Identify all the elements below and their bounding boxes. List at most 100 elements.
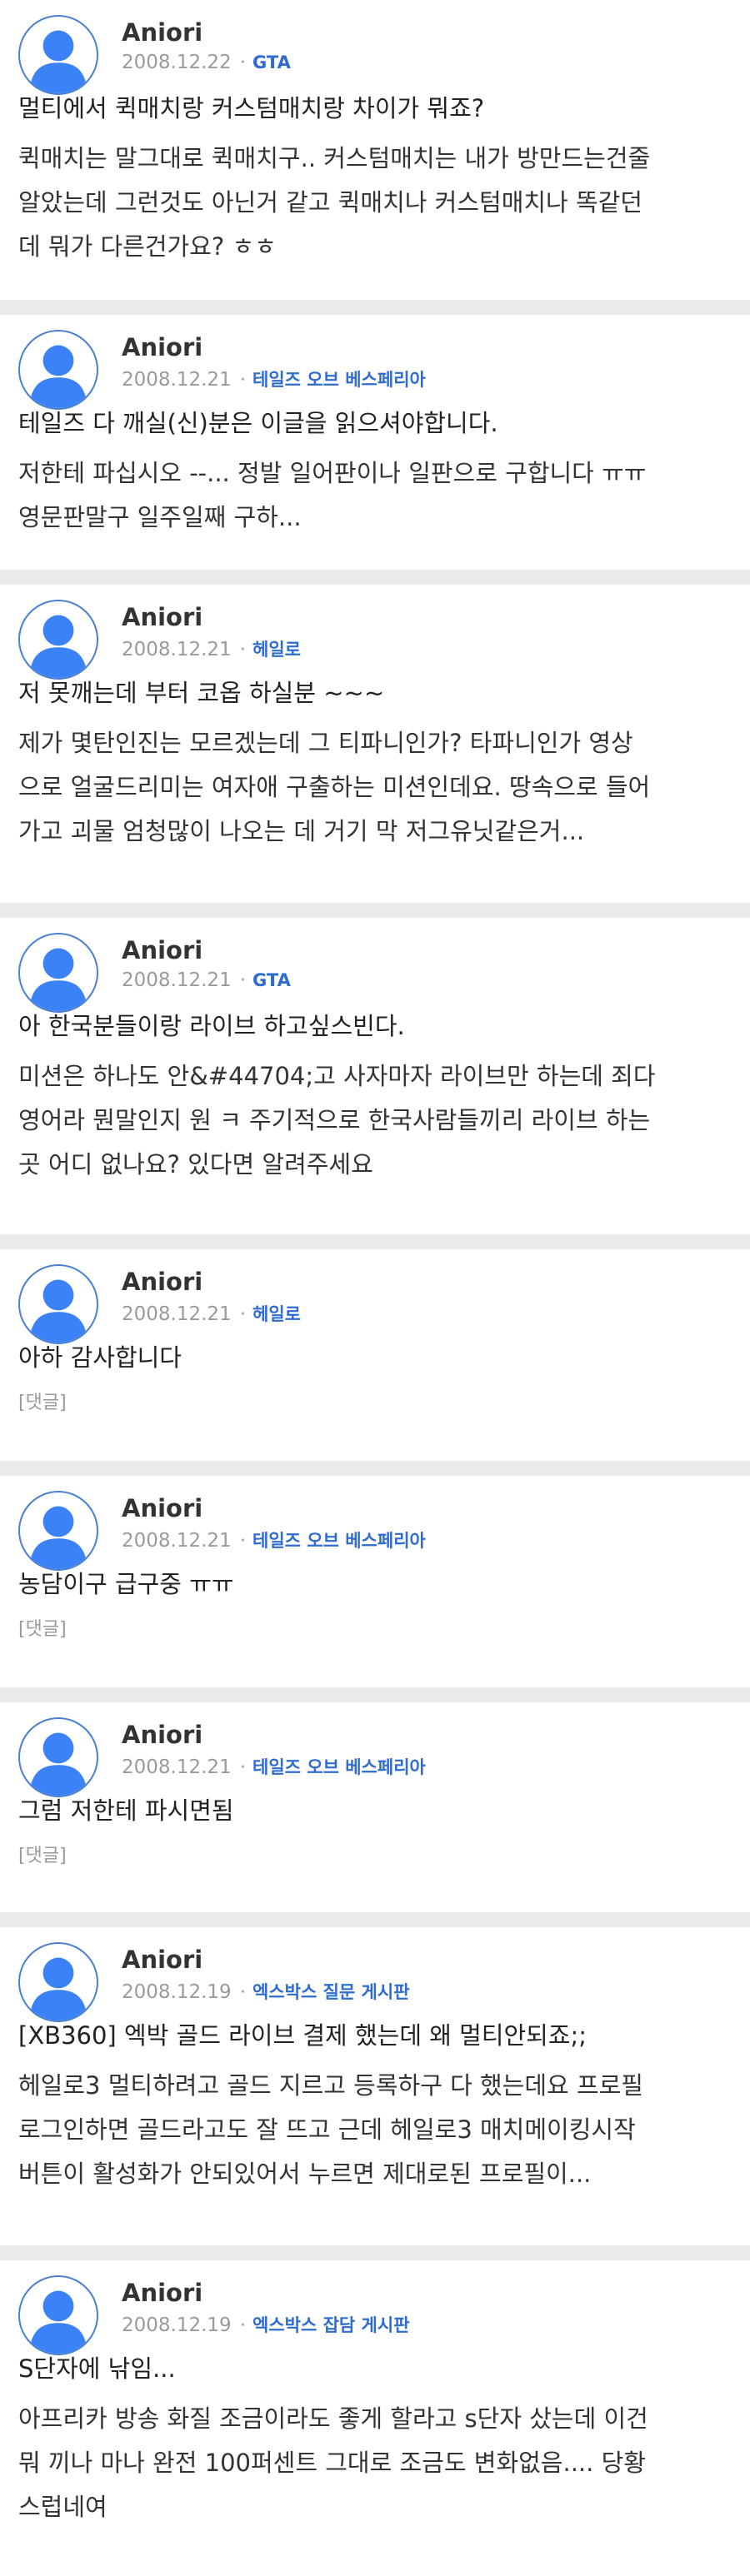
separator-dot: · [239, 52, 247, 73]
post-item[interactable]: Aniori 2008.12.21 · 테일즈 오브 베스페리아 그럼 저한테 파시… [0, 1702, 750, 1912]
author-name[interactable]: Aniori [122, 1268, 202, 1296]
post-feed: Aniori 2008.12.22 · GTA 멀티에서 퀵매치랑 커스텀매치랑 차… [0, 0, 750, 2576]
excerpt-line: 으로 얼굴드리미는 여자애 구출하는 미션인데요. 땅속으로 들어 [18, 773, 651, 801]
author-name[interactable]: Aniori [122, 18, 202, 47]
avatar[interactable] [18, 1942, 98, 2022]
reply-tag: [댓글] [18, 1846, 67, 1866]
avatar[interactable] [18, 933, 98, 1013]
post-item[interactable]: Aniori 2008.12.21 · 테일즈 오브 베스페리아 농담이구 급구중 … [0, 1476, 750, 1687]
post-meta: 2008.12.22 · GTA [122, 52, 291, 73]
excerpt-line: 영어라 뭔말인지 원 ㅋ 주기적으로 한국사람들끼리 라이브 하는 [18, 1106, 651, 1134]
board-link[interactable]: 엑스박스 잡담 게시판 [252, 2315, 410, 2335]
user-avatar-icon [29, 1732, 88, 1796]
post-item[interactable]: Aniori 2008.12.22 · GTA 멀티에서 퀵매치랑 커스텀매치랑 차… [0, 0, 750, 300]
post-item[interactable]: Aniori 2008.12.21 · 헤일로 아하 감사합니다 [댓글] [0, 1249, 750, 1461]
post-item[interactable]: Aniori 2008.12.19 · 엑스박스 잡담 게시판 S단자에 낚임...… [0, 2260, 750, 2576]
separator-dot: · [239, 2314, 247, 2336]
board-link[interactable]: 테일즈 오브 베스페리아 [252, 1757, 426, 1777]
excerpt-line: 로그인하면 골드라고도 잘 뜨고 근데 헤일로3 매치메이킹시작 [18, 2115, 636, 2144]
excerpt-line: 버튼이 활성화가 안되있어서 누르면 제대로된 프로필이... [18, 2160, 592, 2188]
separator-dot: · [239, 369, 247, 391]
author-name[interactable]: Aniori [122, 1946, 202, 1974]
board-link[interactable]: 헤일로 [252, 640, 301, 660]
post-item[interactable]: Aniori 2008.12.21 · GTA 아 한국분들이랑 라이브 하고싶스빈… [0, 918, 750, 1234]
board-link[interactable]: 엑스박스 질문 게시판 [252, 1982, 410, 2002]
author-name[interactable]: Aniori [122, 1494, 202, 1522]
post-title[interactable]: 저 못깨는데 부터 코옵 하실분 ~~~ [18, 676, 735, 710]
author-name[interactable]: Aniori [122, 936, 202, 964]
author-name[interactable]: Aniori [122, 603, 202, 631]
post-title[interactable]: 농담이구 급구중 ㅠㅠ [18, 1567, 735, 1601]
avatar[interactable] [18, 330, 98, 410]
divider [0, 1912, 750, 1927]
avatar[interactable] [18, 15, 98, 95]
user-avatar-icon [29, 1957, 88, 2020]
post-excerpt[interactable]: 미션은 하나도 안&#44704;고 사자마자 라이브만 하는데 죄다 영어라 … [18, 1054, 735, 1187]
post-date: 2008.12.22 [122, 52, 232, 73]
excerpt-line: 곳 어디 없나요? 있다면 알려주세요 [18, 1150, 373, 1178]
post-item[interactable]: Aniori 2008.12.19 · 엑스박스 질문 게시판 [XB360] 엑박… [0, 1927, 750, 2245]
post-item[interactable]: Aniori 2008.12.21 · 테일즈 오브 베스페리아 테일즈 다 깨실(… [0, 315, 750, 570]
board-link[interactable]: 헤일로 [252, 1304, 301, 1324]
post-date: 2008.12.21 [122, 1756, 232, 1778]
post-excerpt[interactable]: 아프리카 방송 화질 조금이라도 좋게 할라고 s단자 샀는데 이건 뭐 끼나 … [18, 2397, 735, 2529]
excerpt-line: 제가 몇탄인진는 모르겠는데 그 티파니인가? 타파니인가 영상 [18, 729, 633, 757]
post-excerpt[interactable]: 퀵매치는 말그대로 퀵매치구.. 커스텀매치는 내가 방만드는건줄 알았는데 그… [18, 137, 735, 269]
post-meta: 2008.12.21 · 헤일로 [122, 636, 301, 661]
excerpt-line: 뭐 끼나 마나 완전 100퍼센트 그대로 조금도 변화없음.... 당황 [18, 2449, 646, 2477]
post-title[interactable]: 아하 감사합니다 [18, 1341, 735, 1374]
separator-dot: · [239, 1530, 247, 1552]
post-title[interactable]: [XB360] 엑박 골드 라이브 결제 했는데 왜 멀티안되죠;; [18, 2019, 735, 2052]
avatar[interactable] [18, 1491, 98, 1571]
avatar[interactable] [18, 600, 98, 680]
user-avatar-icon [29, 615, 88, 678]
separator-dot: · [239, 639, 247, 660]
divider [0, 2245, 750, 2260]
user-avatar-icon [29, 948, 88, 1011]
user-avatar-icon [29, 2290, 88, 2354]
excerpt-line: 스럽네여 [18, 2493, 108, 2521]
post-meta: 2008.12.21 · 테일즈 오브 베스페리아 [122, 1527, 426, 1552]
post-title[interactable]: 멀티에서 퀵매치랑 커스텀매치랑 차이가 뭐죠? [18, 92, 735, 125]
post-date: 2008.12.21 [122, 1303, 232, 1325]
divider [0, 1234, 750, 1249]
avatar[interactable] [18, 2275, 98, 2355]
excerpt-line: 미션은 하나도 안&#44704;고 사자마자 라이브만 하는데 죄다 [18, 1062, 656, 1090]
board-link[interactable]: 테일즈 오브 베스페리아 [252, 1531, 426, 1551]
post-date: 2008.12.21 [122, 1530, 232, 1552]
author-name[interactable]: Aniori [122, 2279, 202, 2307]
post-excerpt[interactable]: 헤일로3 멀티하려고 골드 지르고 등록하구 다 했는데요 프로필 로그인하면 … [18, 2064, 735, 2196]
excerpt-line: 아프리카 방송 화질 조금이라도 좋게 할라고 s단자 샀는데 이건 [18, 2404, 648, 2433]
post-title[interactable]: S단자에 낚임... [18, 2352, 735, 2385]
user-avatar-icon [29, 345, 88, 408]
separator-dot: · [239, 1303, 247, 1325]
post-excerpt[interactable]: 저한테 파십시오 --... 정발 일어판이나 일판으로 구합니다 ㅠㅠ 영문판… [18, 451, 735, 540]
avatar[interactable] [18, 1264, 98, 1344]
board-link[interactable]: GTA [252, 970, 291, 990]
separator-dot: · [239, 1981, 247, 2003]
excerpt-line: 헤일로3 멀티하려고 골드 지르고 등록하구 다 했는데요 프로필 [18, 2071, 643, 2100]
reply-tag: [댓글] [18, 1619, 67, 1640]
divider [0, 903, 750, 918]
post-title[interactable]: 테일즈 다 깨실(신)분은 이글을 읽으셔야합니다. [18, 406, 735, 440]
post-meta: 2008.12.19 · 엑스박스 질문 게시판 [122, 1979, 410, 2004]
post-meta: 2008.12.21 · 테일즈 오브 베스페리아 [122, 366, 426, 391]
divider [0, 570, 750, 585]
post-title[interactable]: 아 한국분들이랑 라이브 하고싶스빈다. [18, 1009, 735, 1043]
excerpt-line: 퀵매치는 말그대로 퀵매치구.. 커스텀매치는 내가 방만드는건줄 [18, 144, 651, 172]
post-date: 2008.12.19 [122, 2314, 232, 2336]
divider [0, 300, 750, 315]
post-excerpt[interactable]: 제가 몇탄인진는 모르겠는데 그 티파니인가? 타파니인가 영상 으로 얼굴드리… [18, 721, 735, 854]
board-link[interactable]: 테일즈 오브 베스페리아 [252, 370, 426, 390]
board-link[interactable]: GTA [252, 52, 291, 72]
post-date: 2008.12.21 [122, 969, 232, 991]
user-avatar-icon [29, 1506, 88, 1569]
avatar[interactable] [18, 1717, 98, 1797]
post-title[interactable]: 그럼 저한테 파시면됨 [18, 1794, 735, 1827]
post-item[interactable]: Aniori 2008.12.21 · 헤일로 저 못깨는데 부터 코옵 하실분 ~… [0, 585, 750, 903]
separator-dot: · [239, 969, 247, 991]
author-name[interactable]: Aniori [122, 1721, 202, 1749]
post-date: 2008.12.19 [122, 1981, 232, 2003]
post-date: 2008.12.21 [122, 639, 232, 660]
author-name[interactable]: Aniori [122, 333, 202, 361]
